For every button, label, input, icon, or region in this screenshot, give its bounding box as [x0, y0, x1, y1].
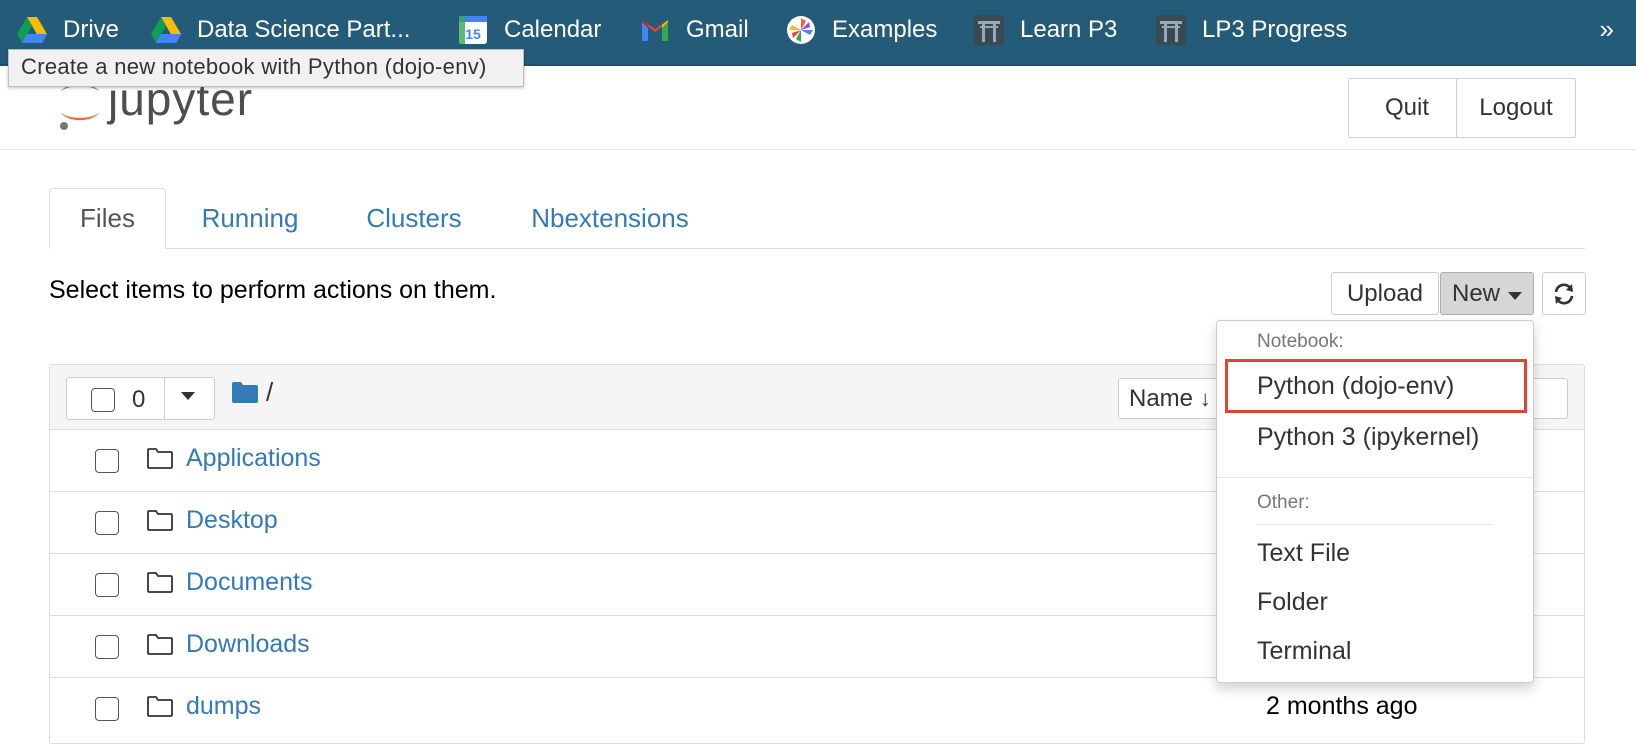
select-divider — [164, 378, 165, 419]
folder-icon — [232, 381, 258, 408]
item-modified-time: 2 months ago — [1266, 692, 1418, 720]
chevron-down-icon[interactable] — [181, 392, 195, 400]
row-checkbox[interactable] — [95, 573, 119, 597]
item-name-link[interactable]: Applications — [186, 444, 321, 473]
bookmark-label: Gmail — [686, 16, 749, 43]
menu-item-terminal[interactable]: Terminal — [1257, 637, 1351, 666]
sort-name-label: Name — [1129, 385, 1194, 412]
tab-nbextensions[interactable]: Nbextensions — [518, 188, 702, 249]
folder-outline-icon — [147, 571, 173, 598]
new-button[interactable]: New — [1440, 272, 1534, 315]
row-checkbox[interactable] — [95, 511, 119, 535]
quit-button[interactable]: Quit — [1348, 78, 1466, 138]
tab-clusters[interactable]: Clusters — [352, 188, 476, 249]
item-name-link[interactable]: Downloads — [186, 630, 310, 659]
bookmark-calendar[interactable]: 15 Calendar — [458, 12, 601, 48]
item-name-link[interactable]: Desktop — [186, 506, 278, 535]
bookmarks-overflow-button[interactable]: » — [1600, 14, 1614, 45]
bookmark-examples[interactable]: Examples — [786, 12, 937, 48]
google-drive-icon — [17, 15, 47, 45]
upload-button[interactable]: Upload — [1331, 272, 1439, 315]
gmail-icon — [640, 15, 670, 45]
row-checkbox[interactable] — [95, 635, 119, 659]
selection-hint: Select items to perform actions on them. — [49, 276, 497, 304]
row-checkbox[interactable] — [95, 449, 119, 473]
google-drive-icon — [151, 15, 181, 45]
chevron-down-icon — [1508, 291, 1522, 300]
folder-outline-icon — [147, 447, 173, 474]
selected-count: 0 — [132, 386, 146, 413]
torii-icon — [974, 15, 1004, 45]
list-item[interactable]: dumps 2 months ago — [50, 677, 1584, 740]
other-section-header: Other: — [1257, 492, 1310, 513]
menu-item-python3-ipykernel[interactable]: Python 3 (ipykernel) — [1257, 423, 1479, 452]
item-name-link[interactable]: dumps — [186, 692, 261, 721]
bookmark-label: Data Science Part... — [197, 16, 411, 43]
notebook-section-header: Notebook: — [1257, 331, 1344, 352]
tab-files[interactable]: Files — [49, 188, 166, 249]
bookmark-label: Calendar — [504, 16, 602, 43]
menu-divider — [1257, 524, 1493, 525]
menu-item-text-file[interactable]: Text File — [1257, 539, 1350, 568]
row-checkbox[interactable] — [95, 697, 119, 721]
breadcrumb-root[interactable]: / — [266, 377, 273, 408]
pinwheel-icon — [786, 15, 816, 45]
menu-item-python-dojo-env[interactable]: Python (dojo-env) — [1225, 359, 1527, 413]
item-name-link[interactable]: Documents — [186, 568, 312, 597]
svg-text:15: 15 — [465, 26, 481, 42]
logout-button[interactable]: Logout — [1456, 78, 1576, 138]
torii-icon — [1156, 15, 1186, 45]
folder-outline-icon — [147, 695, 173, 722]
folder-outline-icon — [147, 509, 173, 536]
bookmark-data-science[interactable]: Data Science Part... — [151, 12, 410, 48]
bookmark-label: Drive — [63, 16, 120, 43]
bookmark-lp3-progress[interactable]: LP3 Progress — [1156, 12, 1347, 48]
refresh-icon — [1554, 283, 1574, 304]
arrow-down-icon: ↓ — [1199, 386, 1211, 411]
bookmark-gmail[interactable]: Gmail — [640, 12, 749, 48]
bookmark-drive[interactable]: Drive — [17, 12, 119, 48]
folder-outline-icon — [147, 633, 173, 660]
menu-item-folder[interactable]: Folder — [1257, 588, 1328, 617]
bookmark-learn-p3[interactable]: Learn P3 — [974, 12, 1117, 48]
select-all-control[interactable]: 0 — [66, 377, 215, 420]
new-notebook-tooltip: Create a new notebook with Python (dojo-… — [8, 49, 524, 87]
refresh-button[interactable] — [1542, 272, 1586, 315]
bookmark-label: Learn P3 — [1020, 16, 1118, 43]
bookmark-label: LP3 Progress — [1202, 16, 1348, 43]
bookmark-label: Examples — [832, 16, 938, 43]
select-all-checkbox[interactable] — [91, 388, 115, 412]
calendar-icon: 15 — [458, 15, 488, 45]
new-dropdown-menu: Notebook: Python (dojo-env) Python 3 (ip… — [1216, 320, 1534, 683]
new-button-label: New — [1451, 279, 1500, 307]
menu-divider — [1217, 477, 1533, 478]
tab-running[interactable]: Running — [186, 188, 314, 249]
